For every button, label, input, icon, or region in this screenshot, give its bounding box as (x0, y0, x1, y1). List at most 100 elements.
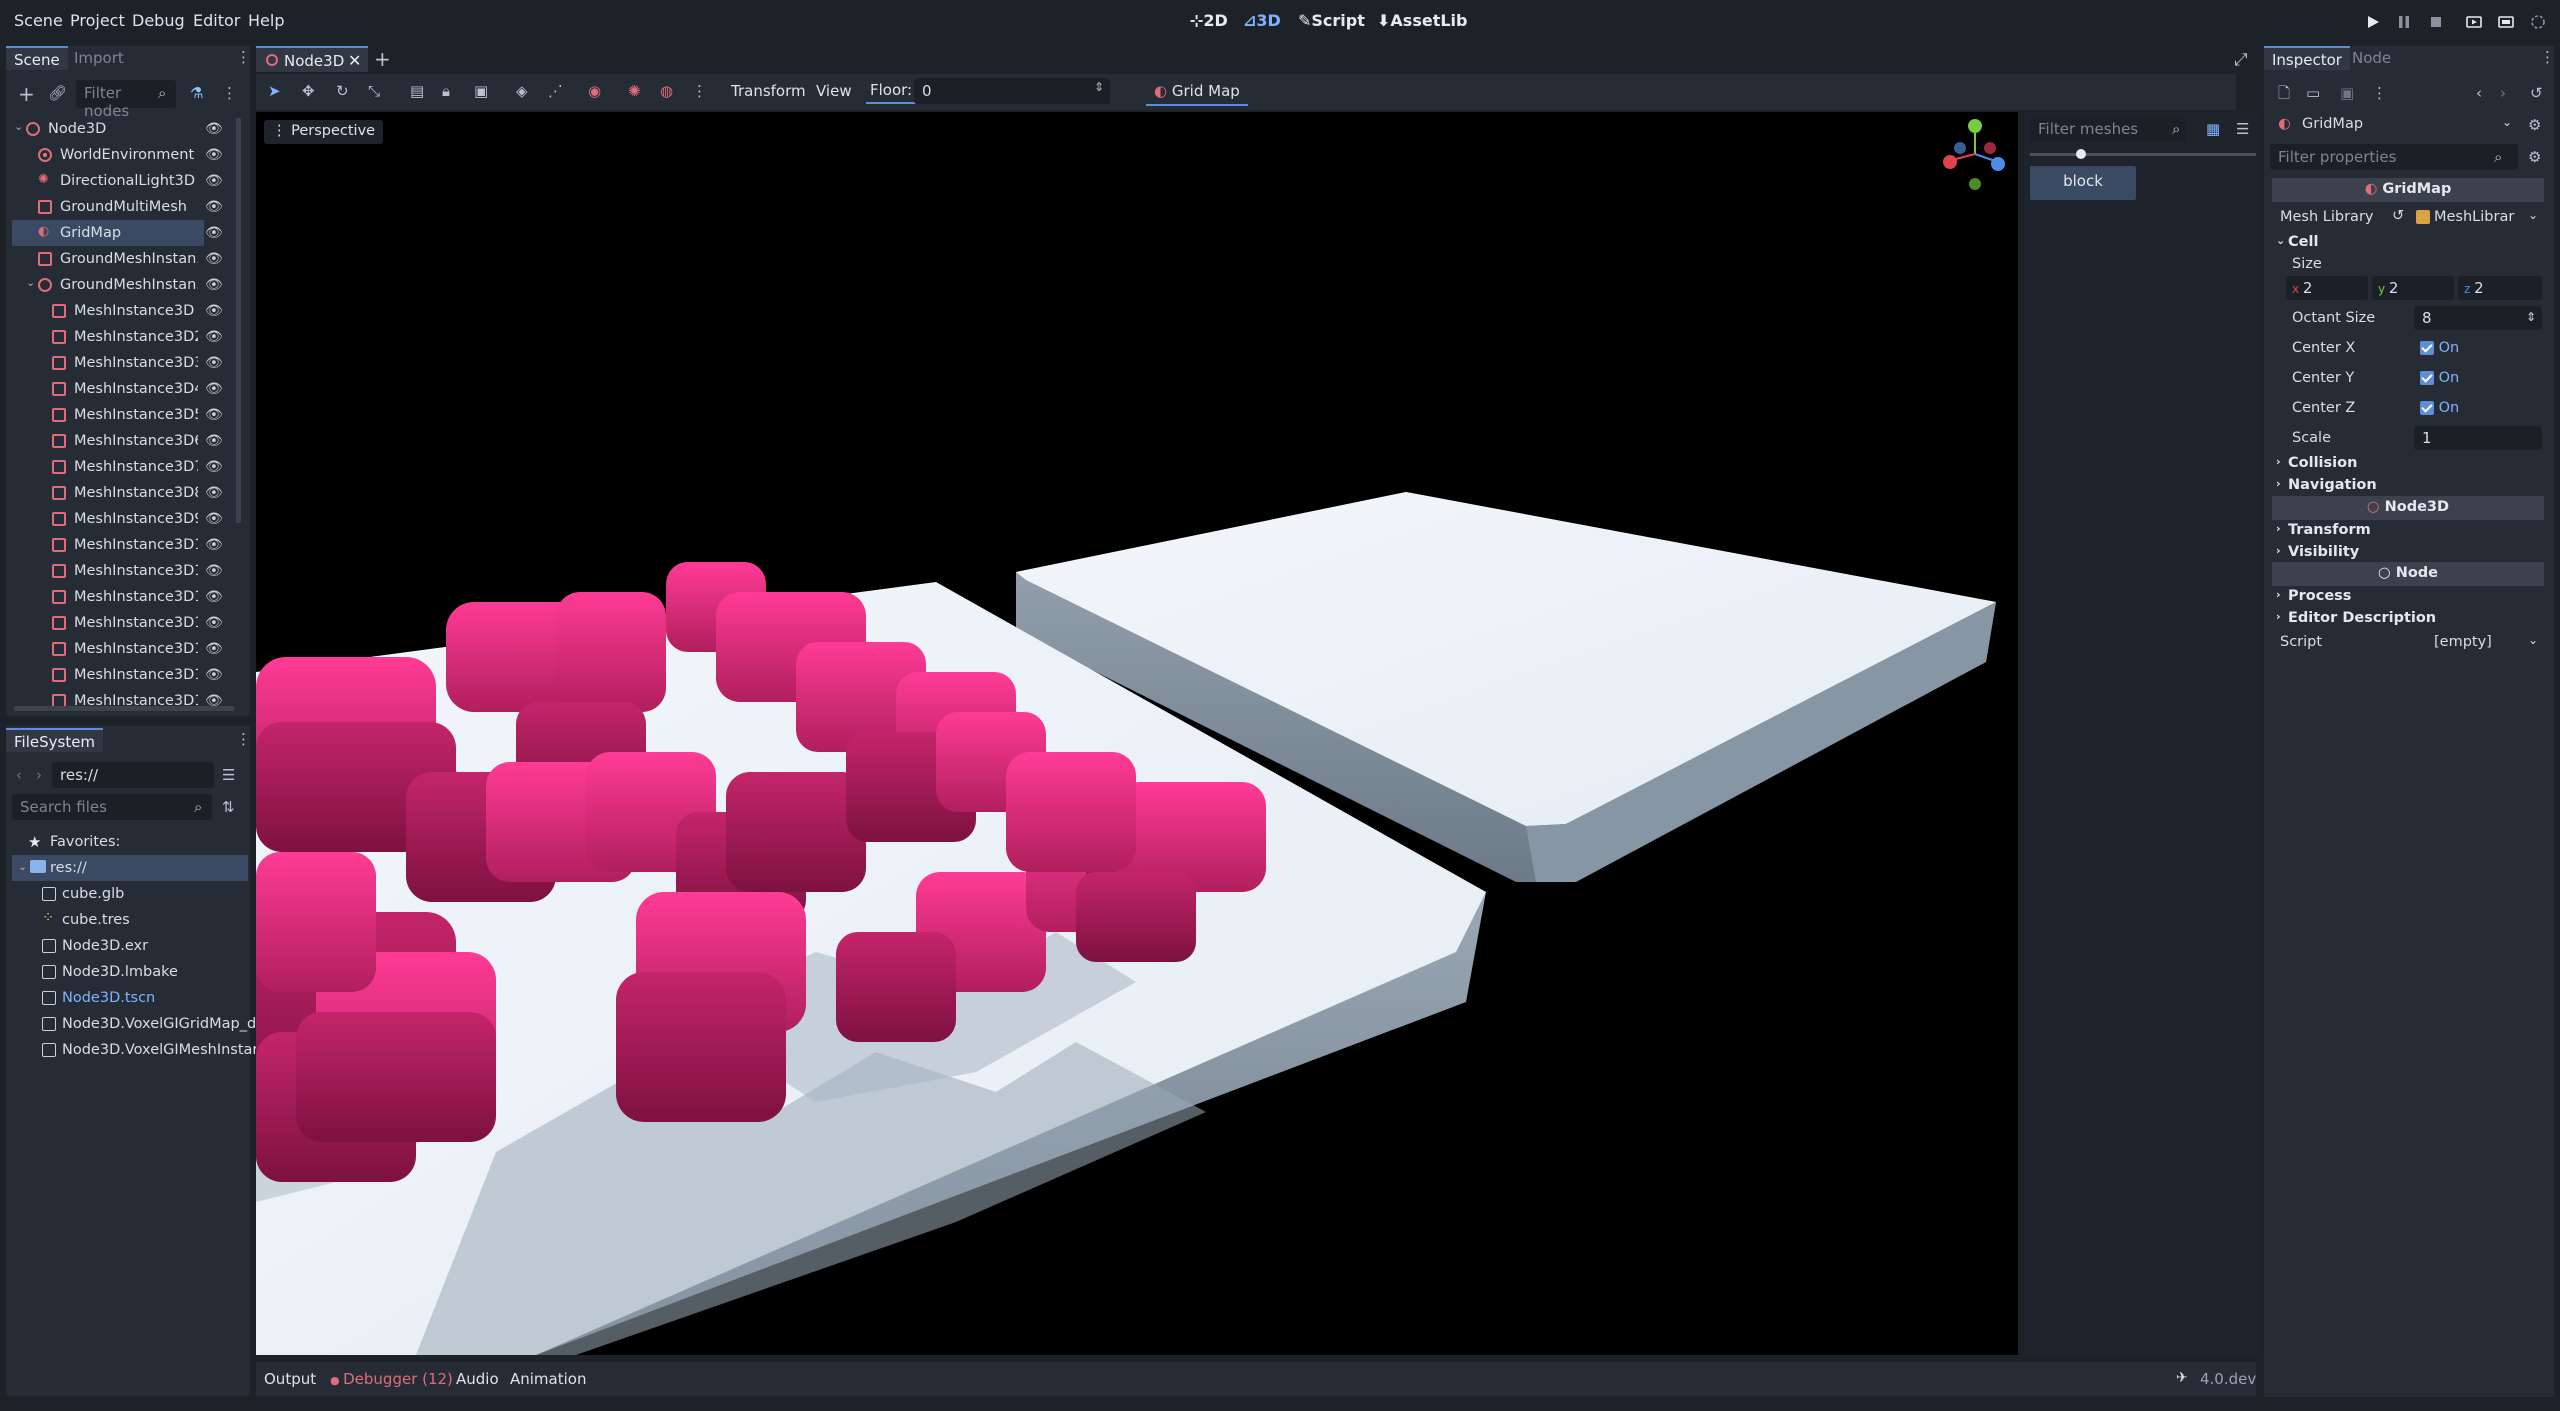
mode-script-button[interactable]: ✎Script (1298, 11, 1365, 30)
scale-tool-icon[interactable]: ⤡ (368, 84, 380, 99)
lock-icon[interactable]: 🔒︎ (442, 84, 450, 99)
object-selector[interactable]: ◐ GridMap ⌄ (2270, 112, 2520, 138)
size-z-field[interactable]: z 2 (2458, 276, 2542, 300)
scene-tree-scrollbar[interactable] (236, 118, 241, 523)
history-forward-icon[interactable]: › (2500, 86, 2506, 101)
visibility-eye-icon[interactable]: 👁︎ (205, 563, 223, 579)
visibility-eye-icon[interactable]: 👁︎ (205, 459, 223, 475)
inspector-dock-menu-icon[interactable]: ⋮ (2540, 50, 2555, 65)
distraction-free-icon[interactable]: ⤢ (2234, 52, 2248, 69)
visibility-eye-icon[interactable]: 👁︎ (205, 277, 223, 293)
tab-filesystem[interactable]: FileSystem (6, 728, 104, 752)
mode-2d-button[interactable]: ⊹2D (1190, 11, 1228, 30)
snap-icon[interactable]: ⋰ (548, 84, 563, 99)
visibility-eye-icon[interactable]: 👁︎ (205, 641, 223, 657)
move-tool-icon[interactable]: ✥ (302, 84, 315, 99)
view-menu[interactable]: View (816, 82, 852, 100)
scene-tree-item[interactable]: MeshInstance3D13 👁︎ (12, 610, 242, 636)
chevron-down-icon[interactable]: ⌄ (2528, 633, 2538, 647)
visibility-eye-icon[interactable]: 👁︎ (205, 407, 223, 423)
zoom-slider[interactable] (2030, 153, 2256, 156)
gridmap-menu[interactable]: ◐ Grid Map (1146, 78, 1248, 106)
add-node-icon[interactable]: + (18, 84, 35, 104)
visibility-eye-icon[interactable]: 👁︎ (205, 511, 223, 527)
scene-tree-item[interactable]: WorldEnvironment 👁︎ (12, 142, 242, 168)
scene-tree-item[interactable]: MeshInstance3D3 👁︎ (12, 350, 242, 376)
chevron-down-icon[interactable]: ⌄ (2528, 208, 2538, 222)
toolbar-menu-icon[interactable]: ⋮ (692, 84, 707, 99)
scene-tree-item[interactable]: MeshInstance3D11 👁︎ (12, 558, 242, 584)
collision-section[interactable]: › Collision (2272, 453, 2544, 475)
size-y-field[interactable]: y 2 (2372, 276, 2454, 300)
zoom-slider-handle[interactable] (2076, 149, 2086, 159)
visibility-eye-icon[interactable]: 👁︎ (205, 667, 223, 683)
menu-project[interactable]: Project (70, 11, 125, 30)
center-z-checkbox[interactable]: On (2420, 400, 2459, 416)
file-item[interactable]: Node3D.tscn (16, 985, 246, 1011)
object-tools-icon[interactable]: ⚙ (2528, 118, 2541, 133)
visibility-eye-icon[interactable]: 👁︎ (205, 615, 223, 631)
scene-tree-item[interactable]: MeshInstance3D14 👁︎ (12, 636, 242, 662)
scene-tree-item[interactable]: MeshInstance3D12 👁︎ (12, 584, 242, 610)
mode-3d-button[interactable]: ⊿3D (1243, 11, 1281, 30)
visibility-eye-icon[interactable]: 👁︎ (205, 303, 223, 319)
scale-field[interactable]: 1 (2414, 426, 2542, 450)
octant-size-field[interactable]: 8 ⇕ (2414, 306, 2542, 330)
view-gizmo[interactable] (1940, 116, 2010, 192)
visibility-eye-icon[interactable]: 👁︎ (205, 121, 223, 137)
camera-override-icon[interactable]: ◉ (588, 84, 601, 99)
new-resource-icon[interactable]: 🗋︎ (2278, 86, 2290, 101)
history-icon[interactable]: ↺ (2530, 86, 2543, 101)
visibility-eye-icon[interactable]: 👁︎ (205, 433, 223, 449)
play-custom-scene-icon[interactable] (2498, 14, 2514, 30)
toggle-split-icon[interactable]: ☰ (222, 768, 235, 783)
visibility-eye-icon[interactable]: 👁︎ (205, 251, 223, 267)
transform-section[interactable]: › Transform (2272, 520, 2544, 542)
tab-scene[interactable]: Scene (6, 46, 68, 70)
output-tab[interactable]: Output (264, 1370, 316, 1388)
visibility-eye-icon[interactable]: 👁︎ (205, 147, 223, 163)
script-attach-icon[interactable]: ⚗ (190, 86, 203, 101)
sort-icon[interactable]: ⇅ (222, 800, 235, 815)
visibility-eye-icon[interactable]: 👁︎ (205, 199, 223, 215)
visibility-eye-icon[interactable]: 👁︎ (205, 173, 223, 189)
menu-help[interactable]: Help (248, 11, 284, 30)
tab-import[interactable]: Import (66, 46, 132, 70)
scene-menu-icon[interactable]: ⋮ (222, 86, 237, 101)
file-item[interactable]: Node3D.VoxelGIMeshInstar (16, 1037, 258, 1063)
scene-tree-item[interactable]: MeshInstance3D10 👁︎ (12, 532, 242, 558)
group-icon[interactable]: ▣ (474, 84, 488, 99)
fs-root-item[interactable]: ⌄ res:// (12, 855, 248, 881)
scene-tree-item[interactable]: GroundMeshInstan... 👁︎ (12, 246, 242, 272)
visibility-eye-icon[interactable]: 👁︎ (205, 485, 223, 501)
menu-editor[interactable]: Editor (193, 11, 240, 30)
navigation-section[interactable]: › Navigation (2272, 475, 2544, 497)
center-x-checkbox[interactable]: On (2420, 340, 2459, 356)
chevron-down-icon[interactable]: ⌄ (26, 276, 35, 289)
filter-properties-input[interactable]: Filter properties (2270, 144, 2518, 170)
inspector-menu-icon[interactable]: ⋮ (2372, 86, 2387, 101)
scene-tree-item[interactable]: MeshInstance3D2 👁︎ (12, 324, 242, 350)
file-item[interactable]: Node3D.lmbake (16, 959, 246, 985)
scene-tree-item[interactable]: MeshInstance3D8 👁︎ (12, 480, 242, 506)
fs-search-input[interactable]: Search files (12, 794, 212, 820)
visibility-eye-icon[interactable]: 👁︎ (205, 355, 223, 371)
scene-tree-item[interactable]: ✺ DirectionalLight3D 👁︎ (12, 168, 242, 194)
local-space-icon[interactable]: ◈ (516, 84, 528, 99)
list-select-icon[interactable]: ▤ (410, 84, 424, 99)
tab-inspector[interactable]: Inspector (2264, 46, 2350, 70)
cell-section[interactable]: ⌄ Cell (2272, 232, 2544, 254)
scene-tree-item[interactable]: MeshInstance3D9 👁︎ (12, 506, 242, 532)
visibility-section[interactable]: › Visibility (2272, 542, 2544, 564)
debugger-tab[interactable]: ● Debugger (12) (330, 1370, 453, 1388)
editor-description-section[interactable]: › Editor Description (2272, 608, 2544, 630)
script-value[interactable]: [empty] (2434, 634, 2492, 650)
floor-spinbox[interactable]: 0 (914, 78, 1110, 104)
thumbnail-view-icon[interactable]: ▦ (2206, 122, 2220, 137)
save-resource-icon[interactable]: ▣ (2340, 86, 2354, 101)
menu-scene[interactable]: Scene (14, 11, 63, 30)
scene-tree-item[interactable]: ⌄ GroundMeshInstan... 👁︎ (12, 272, 242, 298)
file-item[interactable]: Node3D.exr (16, 933, 246, 959)
add-tab-icon[interactable]: + (374, 47, 391, 71)
file-item[interactable]: ⁘ cube.tres (16, 907, 246, 933)
